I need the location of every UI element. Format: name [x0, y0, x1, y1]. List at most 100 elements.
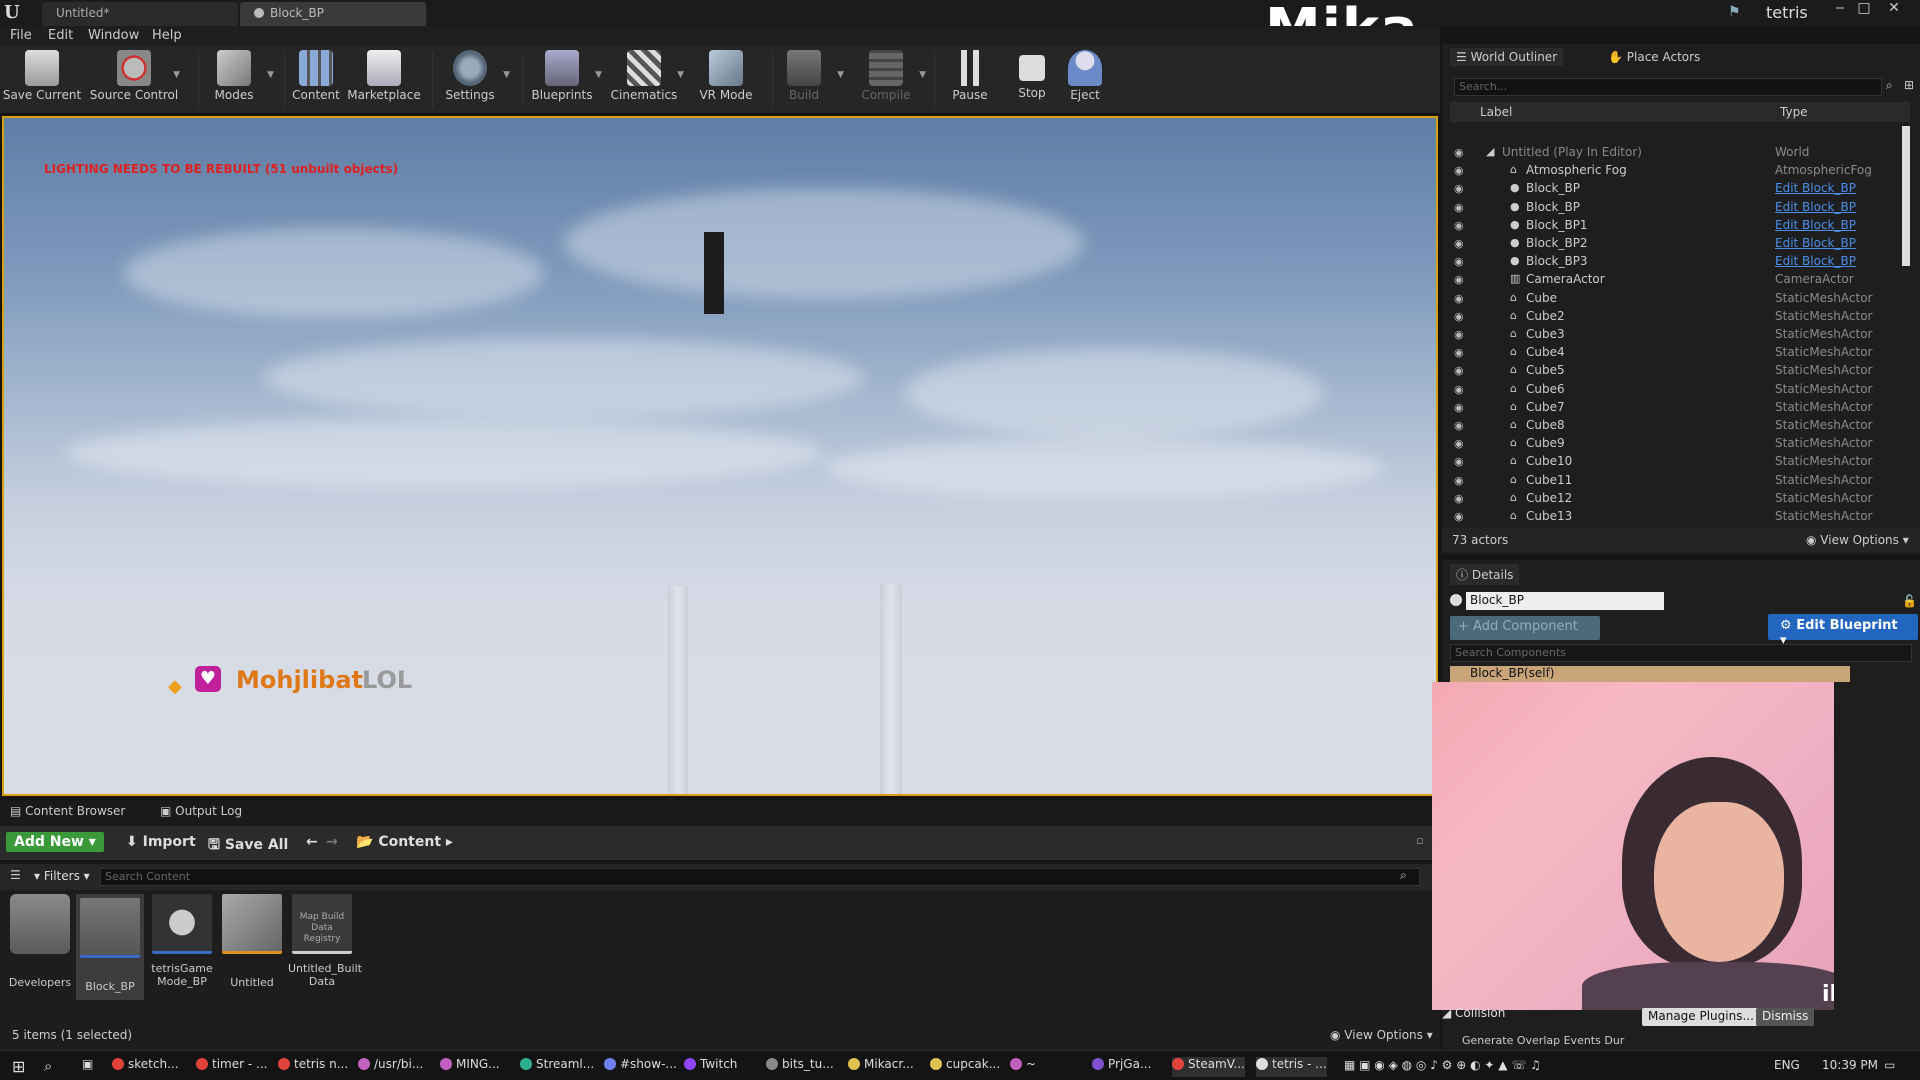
view-options-button[interactable]: ◉ View Options ▾: [1330, 1028, 1433, 1042]
outliner-row[interactable]: ◉ ⌂ Cube9 StaticMeshActor: [1450, 435, 1900, 453]
outliner-row[interactable]: ◉ ◢ Untitled (Play In Editor) World: [1450, 144, 1900, 162]
tab-output-log[interactable]: ▣ Output Log: [160, 804, 242, 818]
build-button[interactable]: Build ▼: [764, 50, 844, 110]
outliner-row[interactable]: ◉ ⌂ Cube6 StaticMeshActor: [1450, 381, 1900, 399]
tab-world-outliner[interactable]: ☰ World Outliner: [1450, 48, 1564, 66]
outliner-row[interactable]: ◉ ● Block_BP Edit Block_BP: [1450, 199, 1900, 217]
visibility-eye-icon[interactable]: ◉: [1454, 164, 1464, 177]
asset-developers[interactable]: Developers: [6, 894, 74, 989]
outliner-row[interactable]: ◉ ⌂ Cube2 StaticMeshActor: [1450, 308, 1900, 326]
taskbar-app[interactable]: #show-...: [604, 1057, 677, 1077]
outliner-row[interactable]: ◉ ⌂ Cube5 StaticMeshActor: [1450, 362, 1900, 380]
outliner-row[interactable]: ◉ ⌂ Cube11 StaticMeshActor: [1450, 472, 1900, 490]
chevron-right-icon[interactable]: ▸: [446, 834, 453, 850]
outliner-row[interactable]: ◉ ⌂ Cube10 StaticMeshActor: [1450, 453, 1900, 471]
dropdown-caret-icon[interactable]: ▼: [503, 70, 510, 80]
minimize-button[interactable]: ‒: [1828, 0, 1852, 18]
taskbar-app[interactable]: cupcak...: [930, 1057, 1000, 1077]
system-tray-icons[interactable]: ▦ ▣ ◉ ◈ ◍ ◎ ♪ ⚙ ⊕ ◐ ✦ ▲ ☏ ♫: [1344, 1058, 1541, 1072]
tab-content-browser[interactable]: ▤ Content Browser: [10, 804, 125, 818]
component-self-row[interactable]: Block_BP(self): [1450, 666, 1850, 682]
visibility-eye-icon[interactable]: ◉: [1454, 255, 1464, 268]
add-filter-icon[interactable]: ⊞: [1904, 78, 1914, 92]
outliner-row[interactable]: ◉ ⌂ Cube7 StaticMeshActor: [1450, 399, 1900, 417]
taskbar-app[interactable]: PrjGa...: [1092, 1057, 1151, 1077]
source-control-button[interactable]: Source Control ▼: [88, 50, 180, 110]
save-all-button[interactable]: 🖫 Save All: [208, 832, 288, 856]
taskbar-app[interactable]: SteamV...: [1172, 1057, 1245, 1077]
taskbar-app[interactable]: MING...: [440, 1057, 500, 1077]
lock-icon[interactable]: ▫: [1416, 832, 1423, 856]
taskbar-app[interactable]: sketch...: [112, 1057, 179, 1077]
visibility-eye-icon[interactable]: ◉: [1454, 182, 1464, 195]
actor-name-field[interactable]: Block_BP: [1466, 592, 1664, 610]
taskbar-app[interactable]: bits_tu...: [766, 1057, 834, 1077]
visibility-eye-icon[interactable]: ◉: [1454, 383, 1464, 396]
windows-start-icon[interactable]: ⊞: [12, 1057, 25, 1077]
maximize-button[interactable]: □: [1852, 0, 1876, 18]
taskbar-app[interactable]: tetris - ...: [1256, 1057, 1327, 1077]
visibility-eye-icon[interactable]: ◉: [1454, 292, 1464, 305]
taskbar-app[interactable]: Twitch: [684, 1057, 737, 1077]
outliner-row[interactable]: ◉ ● Block_BP1 Edit Block_BP: [1450, 217, 1900, 235]
back-arrow-icon[interactable]: ←: [306, 832, 318, 856]
search-content-input[interactable]: Search Content: [100, 868, 1420, 886]
edit-blueprint-button[interactable]: ⚙ Edit Blueprint ▾: [1768, 614, 1918, 648]
taskbar-app[interactable]: /usr/bi...: [358, 1057, 423, 1077]
visibility-eye-icon[interactable]: ◉: [1454, 237, 1464, 250]
outliner-view-options-button[interactable]: ◉ View Options ▾: [1806, 533, 1909, 547]
dropdown-caret-icon[interactable]: ▼: [677, 70, 684, 80]
taskbar-app[interactable]: timer - ...: [196, 1057, 267, 1077]
add-component-button[interactable]: + Add Component: [1450, 616, 1600, 640]
settings-button[interactable]: Settings ▼: [430, 50, 510, 110]
visibility-eye-icon[interactable]: ◉: [1454, 346, 1464, 359]
taskbar-app[interactable]: tetris n...: [278, 1057, 348, 1077]
dropdown-caret-icon[interactable]: ▼: [919, 70, 926, 80]
outliner-row[interactable]: ◉ ● Block_BP3 Edit Block_BP: [1450, 253, 1900, 271]
pause-button[interactable]: Pause: [940, 50, 1000, 110]
outliner-row[interactable]: ◉ ⌂ Atmospheric Fog AtmosphericFog: [1450, 162, 1900, 180]
manage-plugins-button[interactable]: Manage Plugins...: [1642, 1008, 1760, 1026]
close-button[interactable]: ✕: [1882, 0, 1906, 18]
outliner-row[interactable]: ◉ ● Block_BP Edit Block_BP: [1450, 180, 1900, 198]
vr-mode-button[interactable]: VR Mode: [686, 50, 766, 110]
stop-button[interactable]: Stop: [1002, 50, 1062, 110]
notifications-icon[interactable]: ▭: [1884, 1058, 1895, 1072]
filters-button[interactable]: ▾ Filters ▾: [34, 869, 90, 883]
visibility-eye-icon[interactable]: ◉: [1454, 419, 1464, 432]
path-content[interactable]: 📂 Content ▸: [356, 832, 453, 856]
menu-edit[interactable]: Edit: [48, 28, 73, 43]
edit-blueprint-link[interactable]: Edit Block_BP: [1775, 181, 1856, 195]
menu-file[interactable]: File: [10, 28, 32, 43]
visibility-eye-icon[interactable]: ◉: [1454, 219, 1464, 232]
marketplace-button[interactable]: Marketplace: [344, 50, 424, 110]
lock-icon[interactable]: 🔓: [1902, 594, 1917, 608]
column-label[interactable]: Label: [1480, 105, 1512, 119]
outliner-row[interactable]: ◉ ⌂ Cube12 StaticMeshActor: [1450, 490, 1900, 508]
blueprints-button[interactable]: Blueprints ▼: [522, 50, 602, 110]
search-icon[interactable]: ⌕: [44, 1057, 52, 1077]
modes-button[interactable]: Modes ▼: [194, 50, 274, 110]
visibility-eye-icon[interactable]: ◉: [1454, 328, 1464, 341]
outliner-row[interactable]: ◉ ⌂ Cube3 StaticMeshActor: [1450, 326, 1900, 344]
dismiss-button[interactable]: Dismiss: [1756, 1008, 1815, 1026]
level-viewport[interactable]: LIGHTING NEEDS TO BE REBUILT (51 unbuilt…: [2, 116, 1438, 796]
forward-arrow-icon[interactable]: →: [326, 832, 338, 856]
visibility-eye-icon[interactable]: ◉: [1454, 474, 1464, 487]
tab-details[interactable]: ⓘ Details: [1450, 564, 1520, 585]
clock[interactable]: 10:39 PM: [1822, 1058, 1878, 1072]
eject-button[interactable]: Eject: [1054, 50, 1116, 110]
save-current-button[interactable]: Save Current: [2, 50, 82, 110]
tab-untitled[interactable]: Untitled*: [42, 2, 238, 26]
outliner-row[interactable]: ◉ ⌂ Cube8 StaticMeshActor: [1450, 417, 1900, 435]
visibility-eye-icon[interactable]: ◉: [1454, 510, 1464, 523]
outliner-row[interactable]: ◉ ▥ CameraActor CameraActor: [1450, 271, 1900, 289]
asset-untitled-built-data[interactable]: Map Build Data Registry Untitled_Built D…: [288, 894, 362, 988]
outliner-row[interactable]: ◉ ⌂ Cube StaticMeshActor: [1450, 290, 1900, 308]
language-indicator[interactable]: ENG: [1774, 1058, 1800, 1072]
tab-place-actors[interactable]: ✋ Place Actors: [1602, 48, 1706, 66]
dropdown-caret-icon[interactable]: ▼: [173, 70, 180, 80]
edit-blueprint-link[interactable]: Edit Block_BP: [1775, 254, 1856, 268]
visibility-eye-icon[interactable]: ◉: [1454, 492, 1464, 505]
sources-toggle-icon[interactable]: ☰: [10, 868, 21, 882]
